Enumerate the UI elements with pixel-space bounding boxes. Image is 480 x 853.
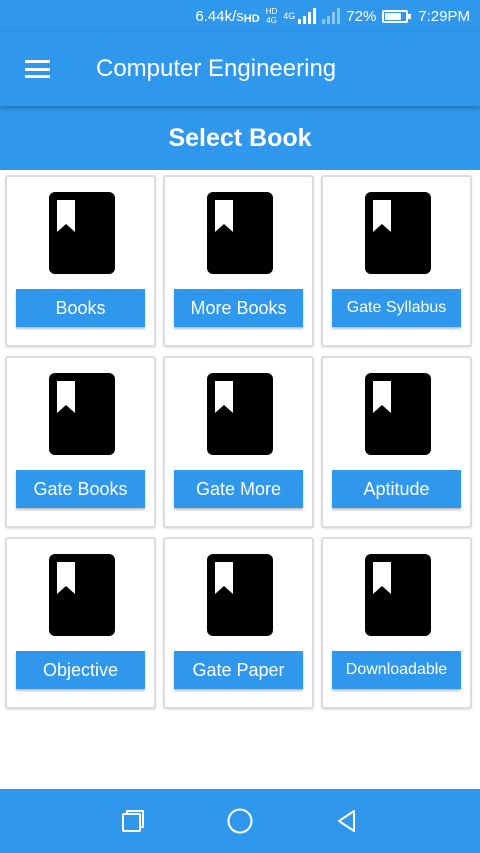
book-bookmark-icon <box>49 373 115 455</box>
book-card[interactable]: Gate More <box>163 356 314 528</box>
navigation-bar <box>0 789 480 853</box>
book-card[interactable]: Aptitude <box>321 356 472 528</box>
status-bar: 6.44k/s HD HD 4G 4G 72% 7:29PM <box>0 0 480 32</box>
book-card[interactable]: Gate Books <box>5 356 156 528</box>
screen: 6.44k/s HD HD 4G 4G 72% 7:29PM Computer … <box>0 0 480 853</box>
hamburger-menu-icon <box>24 60 50 78</box>
book-card-button[interactable]: Gate Paper <box>174 651 303 689</box>
back-button[interactable] <box>323 797 371 845</box>
recents-square-icon <box>122 810 145 832</box>
book-grid: Books More Books Gate Syllabus Gate Books Ga… <box>5 175 474 709</box>
sim2-signal <box>322 8 341 24</box>
home-circle-icon <box>227 808 253 834</box>
book-bookmark-icon <box>365 554 431 636</box>
book-card[interactable]: Gate Syllabus <box>321 175 472 347</box>
book-card[interactable]: Gate Paper <box>163 537 314 709</box>
book-card[interactable]: Downloadable <box>321 537 472 709</box>
book-card[interactable]: Books <box>5 175 156 347</box>
signal-bars-icon <box>298 8 317 24</box>
book-card-button[interactable]: Gate Books <box>16 470 145 508</box>
book-card[interactable]: Objective <box>5 537 156 709</box>
book-card[interactable]: More Books <box>163 175 314 347</box>
book-card-button[interactable]: Books <box>16 289 145 327</box>
battery-icon <box>382 9 412 23</box>
sim1-signal: 4G <box>283 8 317 24</box>
book-bookmark-icon <box>207 554 273 636</box>
signal-bars-dim-icon <box>322 8 341 24</box>
book-card-button[interactable]: Gate More <box>174 470 303 508</box>
app-title: Computer Engineering <box>96 55 337 82</box>
book-card-button[interactable]: Objective <box>16 651 145 689</box>
volte-indicator: HD 4G <box>265 7 278 25</box>
book-card-button[interactable]: Downloadable <box>332 651 461 689</box>
hd-label: HD <box>243 13 260 25</box>
book-bookmark-icon <box>207 373 273 455</box>
book-bookmark-icon <box>49 192 115 274</box>
book-card-button[interactable]: Gate Syllabus <box>332 289 461 327</box>
recents-button[interactable] <box>109 797 157 845</box>
book-bookmark-icon <box>365 373 431 455</box>
home-button[interactable] <box>216 797 264 845</box>
book-card-button[interactable]: Aptitude <box>332 470 461 508</box>
menu-button[interactable] <box>0 32 74 106</box>
section-title: Select Book <box>0 106 480 170</box>
clock: 7:29PM <box>418 7 470 25</box>
app-bar: Computer Engineering <box>0 32 480 106</box>
book-card-button[interactable]: More Books <box>174 289 303 327</box>
back-triangle-icon <box>337 810 355 832</box>
book-bookmark-icon <box>49 554 115 636</box>
network-speed: 6.44k/s HD <box>195 7 260 26</box>
book-bookmark-icon <box>365 192 431 274</box>
battery-percent: 72% <box>346 7 377 25</box>
book-bookmark-icon <box>207 192 273 274</box>
